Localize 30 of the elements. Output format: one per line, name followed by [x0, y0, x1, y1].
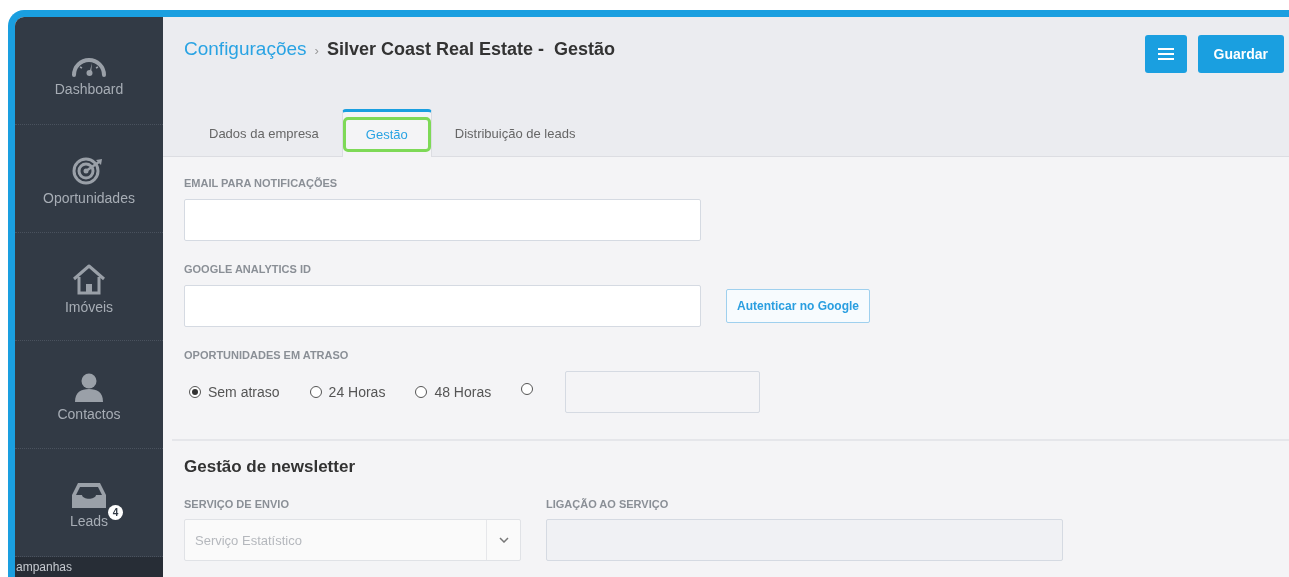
section-heading: Gestão de newsletter	[184, 457, 356, 477]
radio-button[interactable]	[309, 386, 322, 398]
radio-label: Sem atraso	[208, 384, 280, 400]
count-badge: 4	[108, 504, 124, 520]
tab[interactable]: Distribuição de leads	[431, 109, 599, 157]
radio-button[interactable]	[415, 386, 428, 398]
field-label: GOOGLE ANALYTICS ID	[184, 263, 312, 275]
field-label: SERVIÇO DE ENVIO	[184, 498, 290, 510]
field-label: LIGAÇÃO AO SERVIÇO	[546, 498, 670, 510]
save-button[interactable]: Guardar	[1197, 35, 1284, 73]
field-label: OPORTUNIDADES EM ATRASO	[184, 349, 350, 361]
input-field[interactable]	[184, 199, 701, 241]
input-field[interactable]	[184, 285, 701, 327]
tab[interactable]: Gestão	[341, 109, 432, 157]
custom-delay-field[interactable]	[565, 371, 761, 413]
house-icon	[71, 262, 107, 295]
radio-label: 24 Horas	[328, 384, 386, 400]
breadcrumb-separator: ›	[314, 43, 319, 58]
radio-label: 48 Horas	[434, 384, 492, 400]
page-title: Silver Coast Real Estate - Gestão	[326, 39, 615, 60]
radio-button[interactable]	[521, 383, 534, 395]
chevron-icon	[498, 537, 509, 543]
radio-button[interactable]	[189, 386, 201, 398]
tab[interactable]: Dados da empresa	[186, 109, 342, 157]
inbox-icon	[71, 480, 107, 509]
field-label: EMAIL PARA NOTIFICAÇÕES	[184, 177, 339, 189]
google-auth-button[interactable]: Autenticar no Google	[726, 289, 870, 323]
menu-button[interactable]	[1144, 35, 1187, 73]
menu-icon	[1157, 48, 1174, 60]
person-icon	[73, 371, 105, 402]
